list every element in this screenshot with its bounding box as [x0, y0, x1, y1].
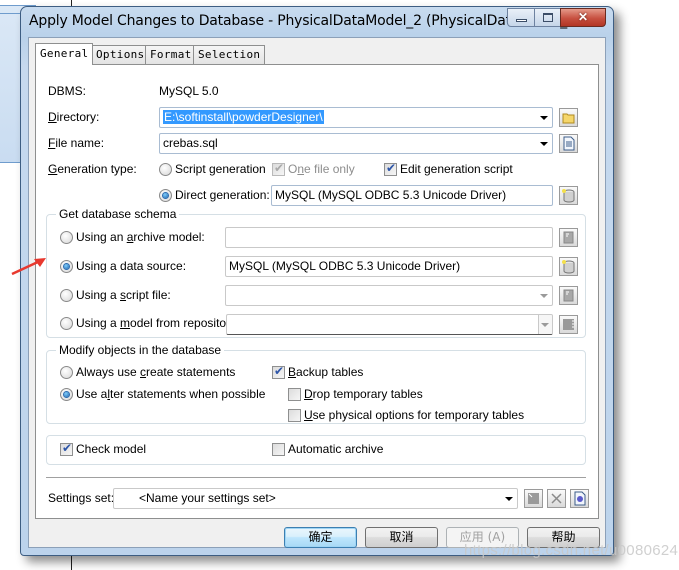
chevron-down-icon[interactable]	[540, 142, 548, 146]
edit-file-button[interactable]	[559, 134, 578, 153]
backup-tables-label[interactable]: Backup tables	[288, 365, 363, 379]
settings-set-label: Settings set:	[48, 491, 115, 505]
tab-general[interactable]: General	[35, 43, 94, 65]
repository-model-label[interactable]: Using a model from repository:	[76, 316, 239, 330]
divider	[46, 477, 586, 478]
browse-repository-button[interactable]	[559, 315, 578, 334]
script-file-label[interactable]: Using a script file:	[76, 288, 171, 302]
data-source-field[interactable]: MySQL (MySQL ODBC 5.3 Unicode Driver)	[225, 256, 553, 277]
direct-generation-datasource-field[interactable]: MySQL (MySQL ODBC 5.3 Unicode Driver)	[271, 185, 553, 206]
direct-generation-label[interactable]: Direct generation:	[175, 188, 270, 202]
get-database-schema-title: Get database schema	[56, 207, 180, 221]
tab-options[interactable]: Options	[91, 45, 150, 64]
automatic-archive-label[interactable]: Automatic archive	[288, 442, 383, 456]
tab-selection[interactable]: Selection	[193, 45, 266, 64]
chevron-down-icon[interactable]	[505, 497, 513, 501]
dbms-value: MySQL 5.0	[159, 84, 219, 98]
apply-model-changes-dialog: Apply Model Changes to Database - Physic…	[20, 6, 614, 556]
select-datasource-button[interactable]	[559, 186, 578, 205]
tab-format[interactable]: Format	[145, 45, 197, 64]
file-icon	[563, 289, 574, 302]
data-source-radio[interactable]	[60, 260, 73, 273]
settings-properties-button[interactable]	[570, 489, 589, 508]
backup-tables-checkbox[interactable]	[272, 364, 285, 379]
check-model-checkbox[interactable]	[60, 441, 73, 456]
browse-archive-button[interactable]	[559, 228, 578, 247]
one-file-only-checkbox[interactable]	[272, 161, 285, 176]
general-tab-panel: DBMS: MySQL 5.0 Directory: E:\softinstal…	[35, 64, 599, 519]
title-bar[interactable]: Apply Model Changes to Database - Physic…	[21, 7, 613, 37]
dbms-label: DBMS:	[48, 84, 87, 98]
archive-model-label[interactable]: Using an archive model:	[76, 230, 205, 244]
file-name-label: File name:	[48, 136, 105, 150]
physical-options-checkbox[interactable]	[288, 409, 301, 422]
database-icon	[562, 260, 575, 274]
always-create-label[interactable]: Always use create statements	[76, 365, 235, 379]
directory-label: Directory:	[48, 110, 100, 124]
window-title: Apply Model Changes to Database - Physic…	[29, 13, 582, 29]
directory-combo[interactable]: E:\softinstall\powderDesigner\	[159, 107, 553, 128]
chevron-down-icon[interactable]	[540, 116, 548, 120]
background-divider	[71, 556, 72, 570]
edit-generation-script-label[interactable]: Edit generation script	[400, 162, 513, 176]
browse-directory-button[interactable]	[559, 108, 578, 127]
generation-type-label: Generation type:	[48, 162, 137, 176]
close-button[interactable]: ✕	[560, 8, 606, 27]
file-name-value: crebas.sql	[163, 136, 218, 150]
chevron-down-icon[interactable]	[541, 323, 549, 327]
maximize-icon	[543, 13, 553, 22]
direct-generation-radio[interactable]	[159, 189, 172, 202]
select-data-source-button[interactable]	[559, 257, 578, 276]
properties-icon	[574, 491, 586, 506]
file-name-combo[interactable]: crebas.sql	[159, 133, 553, 154]
script-file-combo[interactable]	[225, 285, 553, 306]
save-settings-button[interactable]	[524, 489, 543, 508]
annotation-arrow-icon	[11, 258, 46, 276]
folder-icon	[562, 113, 575, 124]
database-icon	[562, 189, 575, 203]
drop-temp-tables-checkbox[interactable]	[288, 388, 301, 401]
save-icon	[528, 493, 539, 504]
ok-button[interactable]: 确定	[284, 527, 357, 548]
document-icon	[563, 136, 575, 151]
file-icon	[563, 231, 574, 244]
directory-value: E:\softinstall\powderDesigner\	[163, 110, 324, 124]
minimize-icon	[516, 19, 527, 22]
repository-model-radio[interactable]	[60, 317, 73, 330]
script-generation-radio[interactable]	[159, 163, 172, 176]
watermark: https://blog.csdn.net/u0080624	[464, 542, 679, 559]
data-source-label[interactable]: Using a data source:	[76, 259, 186, 273]
modify-objects-title: Modify objects in the database	[56, 343, 225, 357]
drop-temp-tables-label[interactable]: Drop temporary tables	[304, 387, 423, 401]
delete-icon	[551, 493, 562, 504]
minimize-button[interactable]	[507, 8, 535, 27]
script-generation-label[interactable]: Script generation	[175, 162, 266, 176]
delete-settings-button[interactable]	[547, 489, 566, 508]
script-file-radio[interactable]	[60, 289, 73, 302]
close-icon: ✕	[577, 10, 589, 24]
repository-icon	[563, 319, 574, 330]
archive-model-radio[interactable]	[60, 231, 73, 244]
browse-script-file-button[interactable]	[559, 286, 578, 305]
chevron-down-icon[interactable]	[540, 294, 548, 298]
dialog-client: General Options Format Selection DBMS: M…	[28, 37, 606, 548]
maximize-button[interactable]	[534, 8, 561, 27]
use-alter-label[interactable]: Use alter statements when possible	[76, 387, 265, 401]
settings-set-value: <Name your settings set>	[139, 491, 276, 505]
one-file-only-label: One file only	[288, 162, 355, 176]
repository-model-combo[interactable]	[226, 314, 553, 335]
physical-options-label[interactable]: Use physical options for temporary table…	[304, 408, 524, 422]
check-model-label[interactable]: Check model	[76, 442, 146, 456]
archive-model-field[interactable]	[225, 227, 553, 248]
automatic-archive-checkbox[interactable]	[272, 443, 285, 456]
always-create-radio[interactable]	[60, 366, 73, 379]
cancel-button[interactable]: 取消	[365, 527, 438, 548]
edit-generation-script-checkbox[interactable]	[384, 161, 397, 176]
settings-set-combo[interactable]: <Name your settings set>	[113, 488, 518, 509]
use-alter-radio[interactable]	[60, 388, 73, 401]
